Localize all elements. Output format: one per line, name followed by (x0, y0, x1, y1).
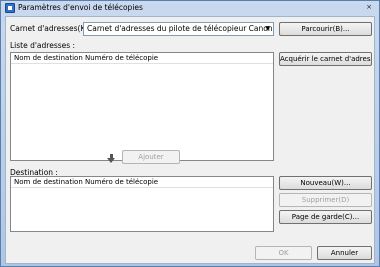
address-list-label: Liste d'adresses : (10, 41, 76, 50)
fax-settings-dialog: Paramètres d'envoi de télécopies × Carne… (0, 0, 380, 267)
cancel-button[interactable]: Annuler (317, 246, 372, 260)
close-icon[interactable]: × (364, 3, 374, 12)
address-list[interactable]: Nom de destination Numéro de télécopie (10, 52, 274, 161)
address-book-select[interactable]: Carnet d'adresses du pilote de télécopie… (83, 22, 274, 36)
delete-button[interactable]: Supprimer(D) (279, 193, 372, 207)
add-button[interactable]: Ajouter (122, 150, 180, 164)
destination-list[interactable]: Nom de destination Numéro de télécopie (10, 176, 274, 232)
cover-page-button[interactable]: Page de garde(C)... (279, 210, 372, 224)
address-list-header: Nom de destination Numéro de télécopie (11, 53, 273, 64)
new-button[interactable]: Nouveau(W)... (279, 176, 372, 190)
get-address-book-button[interactable]: Acquérir le carnet d'adresses (279, 52, 372, 66)
arrow-down-icon (107, 154, 115, 163)
window-title: Paramètres d'envoi de télécopies (18, 3, 143, 12)
address-book-selected-value: Carnet d'adresses du pilote de télécopie… (87, 24, 273, 33)
dialog-body: Carnet d'adresses(K) : Carnet d'adresses… (5, 16, 375, 264)
title-bar: Paramètres d'envoi de télécopies × (1, 1, 379, 15)
address-book-label: Carnet d'adresses(K) : (10, 24, 94, 33)
chevron-down-icon: ▼ (265, 25, 270, 32)
browse-button[interactable]: Parcourir(B)... (279, 22, 372, 36)
destination-list-header: Nom de destination Numéro de télécopie (11, 177, 273, 188)
ok-button[interactable]: OK (255, 246, 312, 260)
fax-app-icon (5, 3, 15, 13)
